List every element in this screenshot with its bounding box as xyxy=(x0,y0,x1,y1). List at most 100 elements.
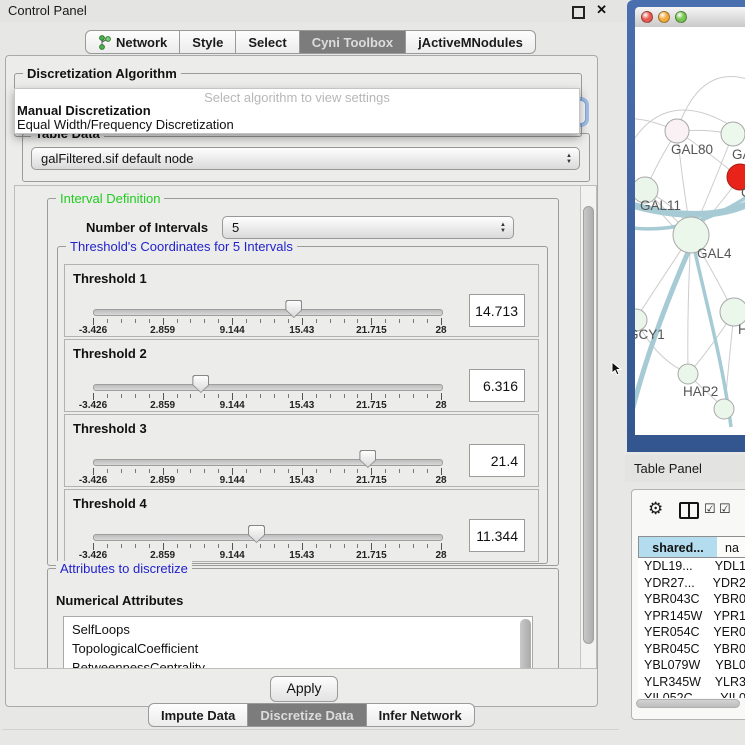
table-row[interactable]: YBR043CYBR0 xyxy=(638,591,745,608)
close-icon[interactable]: ✕ xyxy=(596,2,607,18)
tick-label: 15.43 xyxy=(289,400,314,411)
bottom-tab-strip: Impute DataDiscretize DataInfer Network xyxy=(148,703,475,727)
cyni-toolbox-panel: Discretization Algorithm Select algorith… xyxy=(5,55,598,707)
list-scrollbar-thumb[interactable] xyxy=(520,619,531,669)
tab-style[interactable]: Style xyxy=(180,30,236,54)
node-label: GAL11 xyxy=(640,198,681,213)
network-node-gal80[interactable] xyxy=(665,119,689,143)
tab-select[interactable]: Select xyxy=(236,30,299,54)
cell-shared-name[interactable]: YDL19... xyxy=(638,558,705,575)
checkbox-checked-icon[interactable]: ☑ xyxy=(704,501,716,517)
apply-button[interactable]: Apply xyxy=(270,676,338,702)
vertical-scrollbar-thumb[interactable] xyxy=(583,206,594,644)
cell-shared-name[interactable]: YBL079W xyxy=(638,657,705,674)
mac-zoom-button[interactable] xyxy=(675,11,687,23)
threshold-value-field[interactable]: 6.316 xyxy=(469,369,525,402)
group-title: Discretization Algorithm xyxy=(23,66,181,81)
group-title: Attributes to discretize xyxy=(56,561,192,576)
slider-track[interactable] xyxy=(93,459,443,466)
cell-name[interactable]: YDR2 xyxy=(703,575,745,592)
vertical-scrollbar[interactable] xyxy=(580,186,596,668)
network-graph[interactable]: GAL80GACGAL11GAL4GCY1HHAP2 xyxy=(635,27,745,435)
table-row[interactable]: YPR145WYPR1 xyxy=(638,608,745,625)
algorithm-dropdown-popup: Select algorithm to view settings Manual… xyxy=(14,88,580,134)
tick-label: 15.43 xyxy=(289,475,314,486)
tab-cyni-toolbox[interactable]: Cyni Toolbox xyxy=(300,30,406,54)
float-window-icon[interactable] xyxy=(572,6,585,19)
checkbox-checked-icon[interactable]: ☑ xyxy=(719,501,731,517)
slider-tick-labels: -3.4262.8599.14415.4321.71528 xyxy=(93,550,441,561)
horizontal-scrollbar-thumb[interactable] xyxy=(636,699,740,708)
table-row[interactable]: YIL052CYIL0 xyxy=(638,690,745,698)
cell-name[interactable]: YBR0 xyxy=(703,641,745,658)
combo-stepper-icon[interactable]: ▲▼ xyxy=(500,217,506,238)
threshold-value-field[interactable]: 14.713 xyxy=(469,294,525,327)
cell-name[interactable]: YIL0 xyxy=(710,690,745,698)
threshold-value-field[interactable]: 11.344 xyxy=(469,519,525,552)
columns-icon[interactable] xyxy=(679,502,699,519)
thresholds-group: Threshold's Coordinates for 5 Intervals … xyxy=(57,246,548,564)
cell-name[interactable]: YLR3 xyxy=(705,674,745,691)
dropdown-option-equal-width-frequency-discretization[interactable]: Equal Width/Frequency Discretization xyxy=(17,117,234,132)
numerical-attributes-list[interactable]: SelfLoopsTopologicalCoefficientBetweenne… xyxy=(63,616,533,669)
tab-impute-data[interactable]: Impute Data xyxy=(148,703,248,727)
network-canvas[interactable]: GAL80GACGAL11GAL4GCY1HHAP2 xyxy=(635,27,745,435)
slider-track[interactable] xyxy=(93,309,443,316)
mac-minimize-button[interactable] xyxy=(658,11,670,23)
tick-label: 15.43 xyxy=(289,325,314,336)
column-header-shared[interactable]: shared... xyxy=(638,536,718,558)
threshold-label: Threshold 3 xyxy=(73,421,147,436)
table-row[interactable]: YLR345WYLR3 xyxy=(638,674,745,691)
tab-jactivemnodules[interactable]: jActiveMNodules xyxy=(406,30,536,54)
table-row[interactable]: YDL19...YDL1 xyxy=(638,558,745,575)
gear-icon[interactable]: ⚙ xyxy=(648,499,663,519)
dropdown-option-manual-discretization[interactable]: Manual Discretization xyxy=(17,103,151,118)
cell-shared-name[interactable]: YPR145W xyxy=(638,608,703,625)
tab-infer-network[interactable]: Infer Network xyxy=(367,703,475,727)
table-row[interactable]: YDR27...YDR2 xyxy=(638,575,745,592)
cell-shared-name[interactable]: YER054C xyxy=(638,624,703,641)
table-row[interactable]: YBL079WYBL0 xyxy=(638,657,745,674)
tab-discretize-data[interactable]: Discretize Data xyxy=(248,703,366,727)
tick-label: 9.144 xyxy=(220,550,245,561)
column-header-name[interactable]: na xyxy=(717,536,745,558)
cell-shared-name[interactable]: YDR27... xyxy=(638,575,703,592)
threshold-value-field[interactable]: 21.4 xyxy=(469,444,525,477)
tick-label: -3.426 xyxy=(79,475,107,486)
table-row[interactable]: YBR045CYBR0 xyxy=(638,641,745,658)
network-node-hap2[interactable] xyxy=(678,364,698,384)
tick-label: 28 xyxy=(435,400,446,411)
table-row[interactable]: YER054CYER0 xyxy=(638,624,745,641)
mac-close-button[interactable] xyxy=(641,11,653,23)
slider-tick-labels: -3.4262.8599.14415.4321.71528 xyxy=(93,325,441,336)
attribute-item-betweennesscentrality[interactable]: BetweennessCentrality xyxy=(64,658,532,669)
network-node[interactable] xyxy=(714,399,734,419)
tick-label: 28 xyxy=(435,550,446,561)
attribute-item-selfloops[interactable]: SelfLoops xyxy=(64,620,532,639)
cell-shared-name[interactable]: YIL052C xyxy=(638,690,710,698)
cell-shared-name[interactable]: YBR045C xyxy=(638,641,703,658)
settings-scrollpane: Interval Definition Number of Intervals … xyxy=(14,185,597,669)
slider-track[interactable] xyxy=(93,384,443,391)
threshold-label: Threshold 2 xyxy=(73,346,147,361)
tab-network[interactable]: Network xyxy=(85,30,180,54)
node-label: GAL80 xyxy=(671,142,713,157)
cell-shared-name[interactable]: YLR345W xyxy=(638,674,705,691)
cell-name[interactable]: YBL0 xyxy=(705,657,745,674)
num-intervals-combobox[interactable]: 5 ▲▼ xyxy=(222,216,514,239)
network-window-titlebar[interactable] xyxy=(635,7,745,28)
tab-label: Select xyxy=(248,35,286,50)
table-panel: ⚙ ☑ ☑ shared... na YDL19...YDL1YDR27...Y… xyxy=(631,489,745,720)
tab-label: jActiveMNodules xyxy=(418,35,523,50)
combo-stepper-icon[interactable]: ▲▼ xyxy=(566,148,572,169)
attribute-item-topologicalcoefficient[interactable]: TopologicalCoefficient xyxy=(64,639,532,658)
cell-name[interactable]: YBR0 xyxy=(703,591,745,608)
cell-name[interactable]: YPR1 xyxy=(703,608,745,625)
network-node-ga[interactable] xyxy=(721,122,745,146)
cell-name[interactable]: YDL1 xyxy=(705,558,745,575)
cell-name[interactable]: YER0 xyxy=(703,624,745,641)
node-label: HAP2 xyxy=(683,384,718,399)
table-data-combobox[interactable]: galFiltered.sif default node ▲▼ xyxy=(31,147,580,170)
slider-track[interactable] xyxy=(93,534,443,541)
cell-shared-name[interactable]: YBR043C xyxy=(638,591,703,608)
